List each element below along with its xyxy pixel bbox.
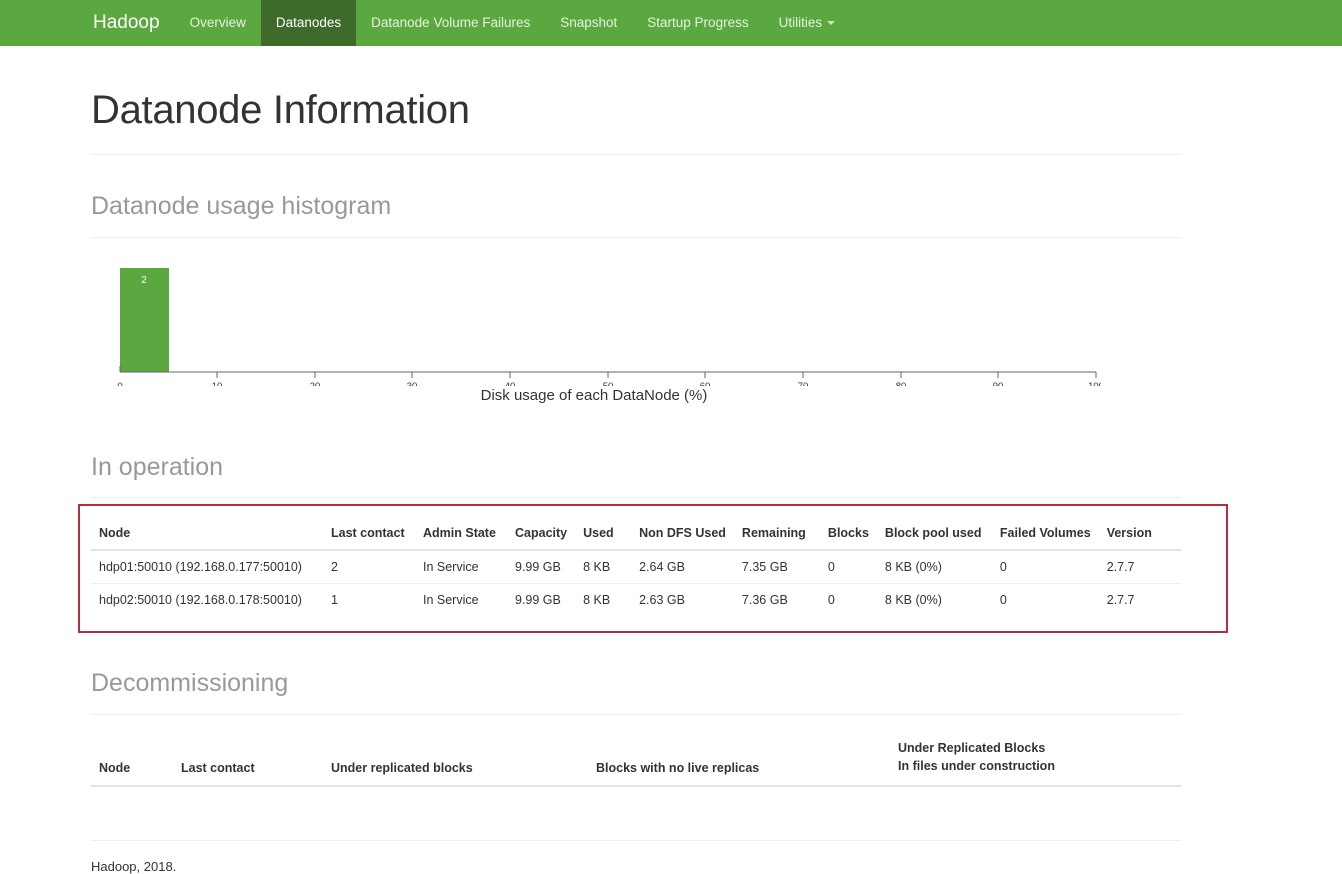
- svg-text:100: 100: [1088, 381, 1101, 386]
- main-content: Datanode Information Datanode usage hist…: [78, 46, 1228, 874]
- cell-version: 2.7.7: [1106, 560, 1135, 574]
- nav-label-snapshot: Snapshot: [560, 15, 618, 30]
- nav-label-datanode-volume-failures: Datanode Volume Failures: [371, 15, 531, 30]
- nav-item-datanode-volume-failures[interactable]: Datanode Volume Failures: [356, 0, 545, 46]
- column-header-under-replicated-blocks[interactable]: Under replicated blocks: [323, 730, 588, 787]
- cell-last-contact: 2: [331, 560, 338, 574]
- cell-admin-state: In Service: [415, 583, 507, 616]
- histogram-bar-value-label: 2: [141, 275, 147, 286]
- column-header-node[interactable]: Node: [91, 518, 323, 551]
- column-header-capacity[interactable]: Capacity: [507, 518, 576, 551]
- nav-label-datanodes: Datanodes: [275, 15, 342, 30]
- nav-label-overview: Overview: [189, 15, 246, 30]
- footer-text: Hadoop, 2018.: [91, 858, 177, 874]
- navbar-items: Hadoop Overview Datanodes Datanode Volum…: [78, 0, 850, 46]
- decommissioning-table-wrapper: Node Last contact Under replicated block…: [91, 721, 1181, 812]
- column-header-blocks-no-live-replicas[interactable]: Blocks with no live replicas: [588, 730, 890, 787]
- cell-block-pool-used: 8 KB (0%): [884, 560, 942, 574]
- column-header-decom-node[interactable]: Node: [91, 730, 173, 787]
- nav-item-datanodes[interactable]: Datanodes: [260, 0, 357, 46]
- svg-text:90: 90: [993, 381, 1004, 386]
- nav-label-utilities: Utilities: [778, 15, 823, 30]
- brand-logo-hadoop[interactable]: Hadoop: [78, 0, 175, 46]
- table-header-row: Node Last contact Admin State Capacity U…: [91, 518, 1181, 551]
- svg-text:10: 10: [212, 381, 223, 386]
- svg-text:0: 0: [117, 381, 122, 386]
- column-header-admin-state[interactable]: Admin State: [415, 518, 507, 551]
- cell-capacity: 9.99 GB: [507, 583, 576, 616]
- datanode-usage-histogram: 2 0 10 20 30 40: [91, 256, 1181, 416]
- svg-text:50: 50: [603, 381, 614, 386]
- svg-text:20: 20: [310, 381, 321, 386]
- empty-cell: [91, 786, 1181, 812]
- column-header-version[interactable]: Version: [1098, 518, 1181, 551]
- cell-used: 8 KB: [583, 560, 611, 574]
- column-header-remaining[interactable]: Remaining: [733, 518, 820, 551]
- cell-capacity: 9.99 GB: [515, 560, 561, 574]
- cell-failed-volumes: 0: [991, 583, 1099, 616]
- cell-node: hdp01:50010 (192.168.0.177:50010): [99, 560, 302, 574]
- column-header-non-dfs-used[interactable]: Non DFS Used: [631, 518, 734, 551]
- top-navbar: Hadoop Overview Datanodes Datanode Volum…: [0, 0, 1342, 46]
- page-footer: Hadoop, 2018.: [91, 839, 1181, 874]
- in-operation-table: Node Last contact Admin State Capacity U…: [91, 518, 1181, 616]
- histogram-divider: [91, 236, 1181, 238]
- svg-text:80: 80: [896, 381, 907, 386]
- column-header-decom-last-contact[interactable]: Last contact: [173, 730, 323, 787]
- svg-text:60: 60: [700, 381, 711, 386]
- column-header-block-pool-used[interactable]: Block pool used: [876, 518, 992, 551]
- table-header-row: Node Last contact Under replicated block…: [91, 730, 1181, 787]
- cell-blocks: 0: [827, 560, 835, 574]
- column-header-line-2: In files under construction: [898, 758, 1055, 773]
- svg-text:30: 30: [407, 381, 418, 386]
- column-header-failed-volumes[interactable]: Failed Volumes: [991, 518, 1099, 551]
- column-header-under-replicated-in-files-under-construction[interactable]: Under Replicated Blocks In files under c…: [890, 730, 1181, 787]
- cell-used: 8 KB: [575, 583, 632, 616]
- section-title-in-operation: In operation: [91, 452, 224, 481]
- histogram-x-axis-label: Disk usage of each DataNode (%): [480, 386, 708, 404]
- column-header-line-1: Under Replicated Blocks: [898, 740, 1046, 755]
- svg-text:70: 70: [798, 381, 809, 386]
- nav-item-utilities[interactable]: Utilities: [764, 0, 851, 46]
- nav-item-snapshot[interactable]: Snapshot: [545, 0, 632, 46]
- cell-failed-volumes: 0: [999, 560, 1007, 574]
- table-row[interactable]: hdp01:50010 (192.168.0.177:50010) 2 In S…: [91, 550, 1181, 584]
- empty-table-row: [91, 786, 1181, 812]
- cell-blocks: 0: [819, 583, 877, 616]
- cell-node: hdp02:50010 (192.168.0.178:50010): [91, 583, 323, 616]
- decommissioning-table: Node Last contact Under replicated block…: [91, 730, 1181, 812]
- column-header-blocks[interactable]: Blocks: [819, 518, 877, 551]
- cell-remaining: 7.35 GB: [741, 560, 788, 574]
- cell-non-dfs-used: 2.64 GB: [639, 560, 685, 574]
- svg-text:40: 40: [505, 381, 516, 386]
- decommissioning-table-head: Node Last contact Under replicated block…: [91, 730, 1181, 787]
- nav-item-overview[interactable]: Overview: [175, 0, 261, 46]
- cell-admin-state: In Service: [423, 560, 479, 574]
- cell-remaining: 7.36 GB: [733, 583, 820, 616]
- in-operation-table-body: hdp01:50010 (192.168.0.177:50010) 2 In S…: [91, 550, 1181, 616]
- cell-non-dfs-used: 2.63 GB: [631, 583, 734, 616]
- in-operation-table-wrapper: Node Last contact Admin State Capacity U…: [78, 504, 1228, 633]
- cell-block-pool-used: 8 KB (0%): [876, 583, 992, 616]
- cell-version: 2.7.7: [1098, 583, 1181, 616]
- chevron-down-icon: [827, 21, 836, 26]
- section-title-decommissioning: Decommissioning: [91, 669, 289, 697]
- decommissioning-divider: [91, 713, 1181, 715]
- section-title-histogram: Datanode usage histogram: [91, 192, 392, 220]
- page-title: Datanode Information: [91, 88, 470, 132]
- column-header-used[interactable]: Used: [575, 518, 632, 551]
- histogram-svg: 2 0 10 20 30 40: [117, 267, 1101, 386]
- column-header-last-contact[interactable]: Last contact: [323, 518, 415, 551]
- cell-last-contact: 1: [323, 583, 415, 616]
- in-operation-table-head: Node Last contact Admin State Capacity U…: [91, 518, 1181, 551]
- x-axis-tick-labels: 0 10 20 30 40 50 60 70 80 90 100: [117, 381, 1101, 386]
- decommissioning-table-body: [91, 786, 1181, 812]
- nav-label-startup-progress: Startup Progress: [647, 15, 749, 30]
- table-row[interactable]: hdp02:50010 (192.168.0.178:50010) 1 In S…: [91, 583, 1181, 616]
- in-operation-divider: [91, 497, 1181, 498]
- nav-item-startup-progress[interactable]: Startup Progress: [632, 0, 763, 46]
